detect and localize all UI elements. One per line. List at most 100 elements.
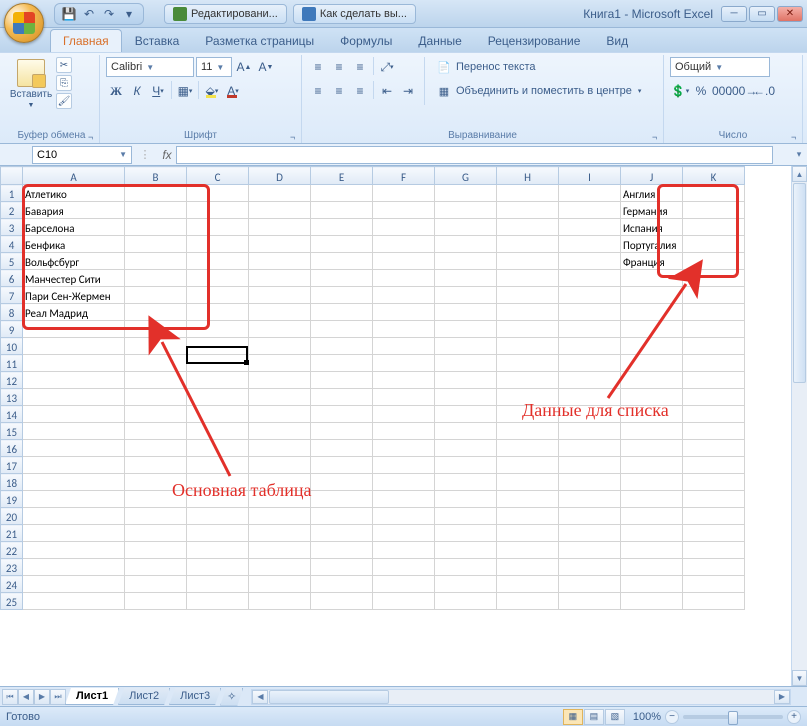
- cell-H25[interactable]: [497, 593, 559, 610]
- cell-D3[interactable]: [249, 219, 311, 236]
- cell-C8[interactable]: [187, 304, 249, 321]
- view-page-break-icon[interactable]: ▧: [605, 709, 625, 725]
- cell-K4[interactable]: [683, 236, 745, 253]
- cell-C24[interactable]: [187, 576, 249, 593]
- cell-F7[interactable]: [373, 287, 435, 304]
- row-header-21[interactable]: 21: [1, 525, 23, 542]
- paste-button[interactable]: Вставить ▼: [10, 57, 52, 111]
- cell-B19[interactable]: [125, 491, 187, 508]
- cell-I16[interactable]: [559, 440, 621, 457]
- cell-J1[interactable]: Англия: [621, 185, 683, 202]
- cell-C15[interactable]: [187, 423, 249, 440]
- cell-C13[interactable]: [187, 389, 249, 406]
- cell-H22[interactable]: [497, 542, 559, 559]
- cell-C21[interactable]: [187, 525, 249, 542]
- cell-J9[interactable]: [621, 321, 683, 338]
- cell-A23[interactable]: [23, 559, 125, 576]
- cell-D6[interactable]: [249, 270, 311, 287]
- increase-decimal-icon[interactable]: .00→: [733, 81, 753, 101]
- row-header-18[interactable]: 18: [1, 474, 23, 491]
- cell-A10[interactable]: [23, 338, 125, 355]
- row-header-9[interactable]: 9: [1, 321, 23, 338]
- cell-F19[interactable]: [373, 491, 435, 508]
- cell-H10[interactable]: [497, 338, 559, 355]
- cell-J17[interactable]: [621, 457, 683, 474]
- cell-B18[interactable]: [125, 474, 187, 491]
- row-header-12[interactable]: 12: [1, 372, 23, 389]
- cell-B24[interactable]: [125, 576, 187, 593]
- cell-K7[interactable]: [683, 287, 745, 304]
- cell-J23[interactable]: [621, 559, 683, 576]
- close-button[interactable]: ✕: [777, 6, 803, 22]
- cell-G17[interactable]: [435, 457, 497, 474]
- tab-view[interactable]: Вид: [593, 29, 641, 52]
- cell-J20[interactable]: [621, 508, 683, 525]
- cell-G14[interactable]: [435, 406, 497, 423]
- cell-E23[interactable]: [311, 559, 373, 576]
- cell-E6[interactable]: [311, 270, 373, 287]
- cell-E4[interactable]: [311, 236, 373, 253]
- sheet-tab-3[interactable]: Лист3: [169, 688, 221, 705]
- row-header-19[interactable]: 19: [1, 491, 23, 508]
- cell-J2[interactable]: Германия: [621, 202, 683, 219]
- cell-H15[interactable]: [497, 423, 559, 440]
- cell-E3[interactable]: [311, 219, 373, 236]
- row-header-5[interactable]: 5: [1, 253, 23, 270]
- cell-H18[interactable]: [497, 474, 559, 491]
- cell-J22[interactable]: [621, 542, 683, 559]
- cell-D21[interactable]: [249, 525, 311, 542]
- row-header-23[interactable]: 23: [1, 559, 23, 576]
- cell-D17[interactable]: [249, 457, 311, 474]
- cell-D4[interactable]: [249, 236, 311, 253]
- cell-I21[interactable]: [559, 525, 621, 542]
- cell-F21[interactable]: [373, 525, 435, 542]
- cell-H24[interactable]: [497, 576, 559, 593]
- scroll-up-icon[interactable]: ▲: [792, 166, 807, 182]
- maximize-button[interactable]: ▭: [749, 6, 775, 22]
- tab-data[interactable]: Данные: [405, 29, 474, 52]
- cell-I12[interactable]: [559, 372, 621, 389]
- cell-G3[interactable]: [435, 219, 497, 236]
- row-header-13[interactable]: 13: [1, 389, 23, 406]
- cell-F24[interactable]: [373, 576, 435, 593]
- cell-G12[interactable]: [435, 372, 497, 389]
- copy-icon[interactable]: ⎘: [56, 75, 72, 91]
- cell-H5[interactable]: [497, 253, 559, 270]
- cell-B13[interactable]: [125, 389, 187, 406]
- cell-C16[interactable]: [187, 440, 249, 457]
- cell-A4[interactable]: Бенфика: [23, 236, 125, 253]
- cell-G13[interactable]: [435, 389, 497, 406]
- cell-D20[interactable]: [249, 508, 311, 525]
- cell-G4[interactable]: [435, 236, 497, 253]
- vertical-scrollbar[interactable]: ▲ ▼: [791, 166, 807, 686]
- cell-A8[interactable]: Реал Мадрид: [23, 304, 125, 321]
- cell-F3[interactable]: [373, 219, 435, 236]
- cell-C3[interactable]: [187, 219, 249, 236]
- cell-F5[interactable]: [373, 253, 435, 270]
- cell-A14[interactable]: [23, 406, 125, 423]
- cell-I4[interactable]: [559, 236, 621, 253]
- cell-E13[interactable]: [311, 389, 373, 406]
- cell-A2[interactable]: Бавария: [23, 202, 125, 219]
- col-header-E[interactable]: E: [311, 167, 373, 185]
- formula-input[interactable]: [176, 146, 773, 164]
- cell-H16[interactable]: [497, 440, 559, 457]
- row-header-10[interactable]: 10: [1, 338, 23, 355]
- align-center-icon[interactable]: ≡: [329, 81, 349, 101]
- cell-A20[interactable]: [23, 508, 125, 525]
- cell-I20[interactable]: [559, 508, 621, 525]
- cell-A24[interactable]: [23, 576, 125, 593]
- cell-K6[interactable]: [683, 270, 745, 287]
- cell-C14[interactable]: [187, 406, 249, 423]
- cell-G25[interactable]: [435, 593, 497, 610]
- cell-C6[interactable]: [187, 270, 249, 287]
- cell-B10[interactable]: [125, 338, 187, 355]
- cell-I18[interactable]: [559, 474, 621, 491]
- col-header-G[interactable]: G: [435, 167, 497, 185]
- cell-K23[interactable]: [683, 559, 745, 576]
- cell-C18[interactable]: [187, 474, 249, 491]
- cell-D25[interactable]: [249, 593, 311, 610]
- cell-B4[interactable]: [125, 236, 187, 253]
- cell-B6[interactable]: [125, 270, 187, 287]
- cell-K12[interactable]: [683, 372, 745, 389]
